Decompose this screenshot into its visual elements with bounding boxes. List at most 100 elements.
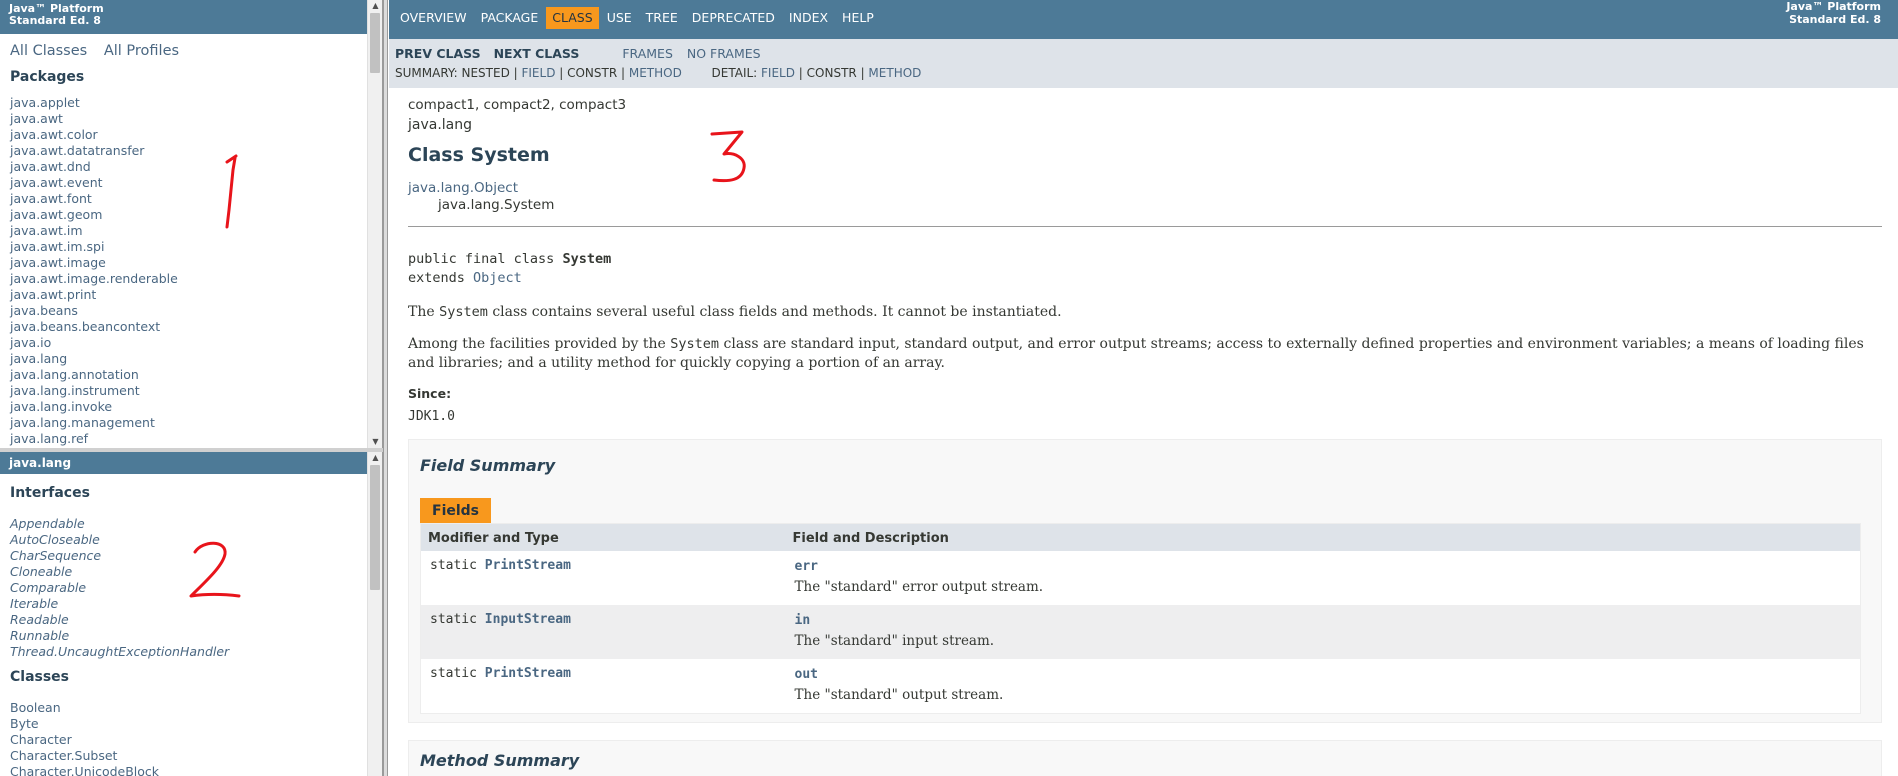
list-item: Character.Subset xyxy=(10,748,382,764)
package-link[interactable]: java.lang.annotation xyxy=(10,367,139,382)
interface-link[interactable]: Readable xyxy=(10,612,69,627)
scroll-up-arrow-icon[interactable]: ▲ xyxy=(368,0,382,12)
list-item: java.awt.im.spi xyxy=(10,239,382,255)
field-description: The "standard" error output stream. xyxy=(794,579,1044,595)
package-link[interactable]: java.awt.geom xyxy=(10,207,102,222)
packages-scrollbar[interactable]: ▲ ▼ xyxy=(367,0,382,448)
nav-item-help[interactable]: HELP xyxy=(836,7,880,29)
class-link[interactable]: Boolean xyxy=(10,700,61,715)
prev-class-link[interactable]: PREV CLASS xyxy=(395,46,481,61)
field-type-link[interactable]: InputStream xyxy=(485,612,571,627)
no-frames-link[interactable]: NO FRAMES xyxy=(687,46,761,61)
package-link[interactable]: java.awt.dnd xyxy=(10,159,91,174)
field-name-link[interactable]: out xyxy=(795,667,818,682)
package-link[interactable]: java.awt.image.renderable xyxy=(10,271,178,286)
nav-item-tree[interactable]: TREE xyxy=(640,7,684,29)
package-link[interactable]: java.io xyxy=(10,335,51,350)
frame-splitter-vertical[interactable] xyxy=(383,0,388,776)
list-item: java.awt.im xyxy=(10,223,382,239)
sub-nav-bar: PREV CLASS NEXT CLASS FRAMES NO FRAMES S… xyxy=(389,39,1898,88)
interface-link[interactable]: Comparable xyxy=(10,580,86,595)
nav-item-package[interactable]: PACKAGE xyxy=(475,7,545,29)
frames-link[interactable]: FRAMES xyxy=(622,46,673,61)
sig-extends: extends xyxy=(408,270,474,286)
all-classes-link[interactable]: All Classes xyxy=(10,43,87,59)
field-description: The "standard" output stream. xyxy=(794,687,1004,703)
about-line1: Java™ Platform xyxy=(1786,0,1881,13)
field-type-link[interactable]: PrintStream xyxy=(485,666,571,681)
summary-field-link[interactable]: FIELD xyxy=(521,66,555,80)
interface-link[interactable]: Thread.UncaughtExceptionHandler xyxy=(10,644,229,659)
nav-item-overview[interactable]: OVERVIEW xyxy=(394,7,473,29)
nav-item-use[interactable]: USE xyxy=(601,7,638,29)
package-link[interactable]: java.lang xyxy=(10,351,67,366)
field-summary-table: Modifier and Type Field and Description … xyxy=(420,523,1861,714)
detail-method-link[interactable]: METHOD xyxy=(868,66,921,80)
nav-item-index[interactable]: INDEX xyxy=(783,7,834,29)
package-link[interactable]: java.lang.ref xyxy=(10,431,88,446)
interface-link[interactable]: Cloneable xyxy=(10,564,72,579)
scroll-thumb[interactable] xyxy=(370,13,380,73)
package-link[interactable]: java.awt.color xyxy=(10,127,98,142)
field-modifier-cell: static PrintStream xyxy=(420,551,786,605)
field-type-link[interactable]: PrintStream xyxy=(485,558,571,573)
separator: | xyxy=(794,66,807,80)
table-row: static PrintStream out The "standard" outp… xyxy=(420,659,1861,713)
package-link[interactable]: java.beans.beancontext xyxy=(10,319,160,334)
package-link[interactable]: java.lang.management xyxy=(10,415,155,430)
class-list: Boolean Byte Character Character.Subset Char… xyxy=(0,685,382,776)
classes-scrollbar[interactable]: ▲ xyxy=(367,452,382,776)
table-row: static PrintStream err The "standard" erro… xyxy=(420,551,1861,605)
package-link[interactable]: java.lang.invoke xyxy=(10,399,112,414)
all-profiles-link[interactable]: All Profiles xyxy=(104,43,179,59)
class-title: Class System xyxy=(408,144,550,166)
sig-extends-object-link[interactable]: Object xyxy=(473,270,522,286)
class-description-2: Among the facilities provided by the Sys… xyxy=(408,335,1868,373)
profiles-list: compact1, compact2, compact3 xyxy=(408,97,627,113)
interface-link[interactable]: CharSequence xyxy=(10,548,101,563)
detail-field-link[interactable]: FIELD xyxy=(761,66,795,80)
list-item: java.lang.ref xyxy=(10,431,382,447)
package-link[interactable]: java.beans xyxy=(10,303,78,318)
interface-link[interactable]: AutoCloseable xyxy=(10,532,100,547)
package-link[interactable]: java.awt.image xyxy=(10,255,106,270)
class-description-1: The System class contains several useful… xyxy=(408,303,1868,322)
class-link[interactable]: Character xyxy=(10,732,72,747)
class-link[interactable]: Character.Subset xyxy=(10,748,117,763)
summary-nested: NESTED xyxy=(461,66,510,80)
separator: | xyxy=(856,66,869,80)
nav-item-deprecated[interactable]: DEPRECATED xyxy=(686,7,781,29)
inherit-object-link[interactable]: java.lang.Object xyxy=(408,180,518,196)
field-summary-section: Field Summary Fields Modifier and Type F… xyxy=(408,439,1882,723)
package-link[interactable]: java.awt.print xyxy=(10,287,96,302)
field-name-link[interactable]: err xyxy=(795,559,818,574)
scroll-down-arrow-icon[interactable]: ▼ xyxy=(368,436,382,448)
package-link[interactable]: java.awt.font xyxy=(10,191,92,206)
annotation-number-2 xyxy=(189,541,241,598)
package-link[interactable]: java.awt.datatransfer xyxy=(10,143,144,158)
annotation-number-3 xyxy=(710,130,746,183)
since-value: JDK1.0 xyxy=(408,409,455,424)
interface-link[interactable]: Iterable xyxy=(10,596,58,611)
field-name-link[interactable]: in xyxy=(795,613,811,628)
package-link[interactable]: java.awt.im.spi xyxy=(10,239,104,254)
package-link[interactable]: java.awt.event xyxy=(10,175,103,190)
detail-constr: CONSTR xyxy=(806,66,857,80)
package-link[interactable]: java.awt xyxy=(10,111,63,126)
package-link[interactable]: java.applet xyxy=(10,95,80,110)
package-link[interactable]: java.awt.im xyxy=(10,223,83,238)
class-link[interactable]: Byte xyxy=(10,716,39,731)
package-title-bar[interactable]: java.lang xyxy=(0,452,382,474)
package-link[interactable]: java.lang.instrument xyxy=(10,383,140,398)
next-class-link[interactable]: NEXT CLASS xyxy=(494,46,580,61)
summary-method-link[interactable]: METHOD xyxy=(629,66,682,80)
interface-link[interactable]: Appendable xyxy=(10,516,85,531)
scroll-up-arrow-icon[interactable]: ▲ xyxy=(368,452,382,464)
sub-nav-row1: PREV CLASS NEXT CLASS FRAMES NO FRAMES xyxy=(395,44,1898,63)
scroll-thumb[interactable] xyxy=(370,465,380,590)
list-item: java.beans.beancontext xyxy=(10,319,382,335)
table-row: static InputStream in The "standard" input… xyxy=(420,605,1861,659)
interface-link[interactable]: Runnable xyxy=(10,628,69,643)
class-link[interactable]: Character.UnicodeBlock xyxy=(10,764,159,776)
nav-item-class[interactable]: CLASS xyxy=(546,7,599,29)
